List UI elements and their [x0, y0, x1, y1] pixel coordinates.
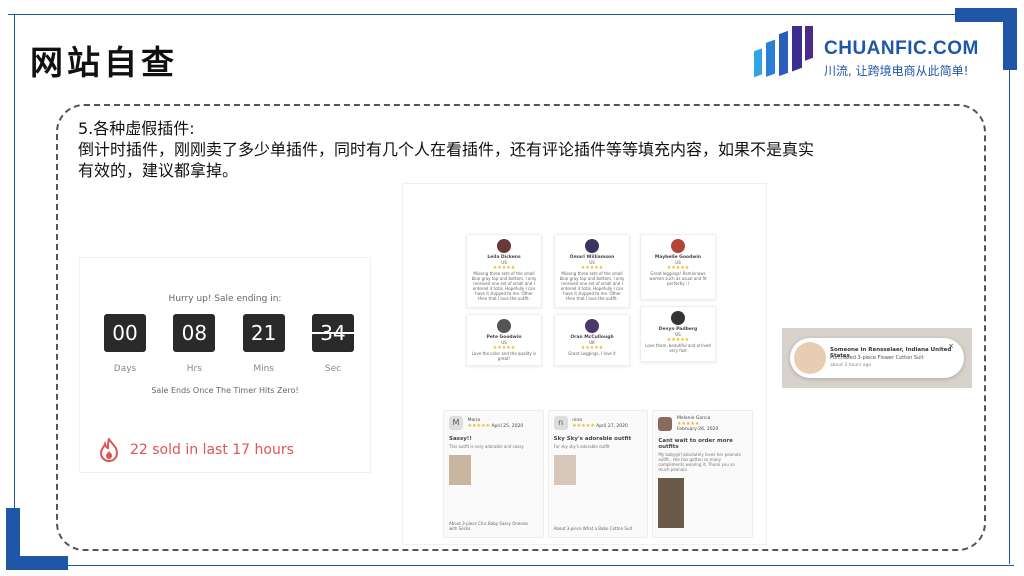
reviews-plugin: Leila Dickens US ★★★★★ Missing three set… — [403, 184, 766, 544]
countdown-minutes: 21 — [242, 314, 285, 352]
countdown-days: 00 — [104, 314, 146, 352]
avatar — [497, 239, 511, 253]
review-card: n nina ★★★★★ April 27, 2020 Sky Sky's ad… — [547, 410, 649, 538]
brand-logo: CHUANFIC.COM 川流, 让跨境电商从此简单! — [752, 26, 992, 86]
corner-bottom-left-v — [6, 508, 20, 570]
social-proof-product: Purchased 3-piece Flower Cotton Suit — [830, 355, 924, 361]
star-rating-icon: ★★★★★ — [467, 422, 491, 429]
review-date: April 27, 2020 — [596, 423, 628, 429]
corner-top-right-v — [1003, 8, 1017, 70]
unit-minutes: Mins — [253, 364, 274, 374]
reviewer-meta: Melanie Garcia ★★★★★ February 26, 2020 — [677, 416, 718, 432]
avatar: n — [553, 416, 568, 430]
heading-line-1: 5.各种虚假插件: — [78, 119, 195, 138]
review-photo[interactable] — [449, 455, 471, 485]
reviewer-meta: nina ★★★★★ April 27, 2020 — [572, 418, 628, 429]
review-body: For sky sky's adorable outfit — [553, 444, 610, 449]
review-date: February 26, 2020 — [676, 427, 719, 432]
review-about[interactable]: About 3-piece Chic Baby Sassy Onesies wi… — [449, 521, 538, 531]
sold-counter: 22 sold in last 17 hours — [98, 438, 294, 462]
avatar — [497, 319, 511, 333]
avatar — [671, 239, 685, 253]
reviews-list: M Maria ★★★★★ April 25, 2020 Sassy!! Thi… — [443, 410, 754, 538]
unit-days: Days — [113, 364, 137, 374]
review-card: Pete Goodwin US ★★★★★ Love the color and… — [466, 314, 542, 366]
countdown-hours: 08 — [173, 314, 216, 352]
countdown-ends-text: Sale Ends Once The Timer Hits Zero! — [151, 386, 299, 395]
review-card: Oran McCullough UK ★★★★★ Great Leggings,… — [554, 314, 630, 366]
review-body: My babygirl absolutely loves her peanuts… — [658, 452, 741, 472]
slide-heading: 5.各种虚假插件: 倒计时插件，刚刚卖了多少单插件，同时有几个人在看插件，还有评… — [78, 118, 978, 181]
product-thumbnail — [794, 342, 826, 374]
frame-right-line — [1009, 68, 1010, 564]
review-text: Missing three sets of the small blue gra… — [559, 271, 625, 301]
flame-icon — [99, 438, 119, 462]
social-proof-plugin: Someone in Rensselaer, Indiana United St… — [782, 328, 972, 388]
slide-title: 网站自查 — [30, 43, 178, 82]
close-icon[interactable]: × — [948, 342, 954, 350]
brand-slogan: 川流, 让跨境电商从此简单! — [824, 64, 969, 78]
review-card: Leila Dickens US ★★★★★ Missing three set… — [466, 234, 542, 308]
review-text: Missing three sets of the small blue gra… — [471, 271, 537, 301]
review-text: Love them, beautiful and arrived very fa… — [645, 343, 711, 353]
review-title: Cant wait to order more outfits — [658, 438, 733, 450]
unit-seconds: Sec — [324, 364, 342, 374]
avatar — [658, 417, 673, 431]
countdown-hurry-text: Hurry up! Sale ending in: — [168, 294, 282, 304]
reviews-grid: Leila Dickens US ★★★★★ Missing three set… — [466, 234, 726, 384]
frame-top-line — [8, 14, 960, 15]
avatar — [585, 239, 599, 253]
review-about[interactable]: About 3-piece What a Babe Cotton Suit — [554, 526, 643, 531]
review-photo[interactable] — [658, 478, 685, 528]
avatar — [585, 319, 599, 333]
frame-bottom-line — [64, 565, 1014, 566]
avatar — [671, 311, 685, 325]
star-rating-icon: ★★★★★ — [572, 422, 595, 429]
review-card: Maybelle Goodwin US ★★★★★ Great leggings… — [640, 234, 716, 300]
review-title: Sky Sky's adorable outfit — [553, 436, 632, 442]
unit-hours: Hrs — [186, 364, 202, 374]
countdown-units: Days Hrs Mins Sec — [104, 364, 354, 374]
countdown-plugin: Hurry up! Sale ending in: 00 08 21 34 Da… — [80, 258, 370, 472]
frame-left-line — [14, 14, 15, 514]
heading-line-2: 倒计时插件，刚刚卖了多少单插件，同时有几个人在看插件，还有评论插件等等填充内容，… — [78, 140, 815, 159]
review-photo[interactable] — [553, 455, 576, 485]
countdown-seconds: 34 — [309, 314, 356, 352]
review-card: Melanie Garcia ★★★★★ February 26, 2020 C… — [652, 410, 754, 538]
review-title: Sassy!! — [449, 436, 472, 442]
heading-line-3: 有效的，建议都拿掉。 — [78, 161, 239, 180]
brand-name: CHUANFIC.COM — [824, 38, 979, 59]
social-proof-time: about 3 hours ago — [830, 363, 872, 368]
review-card: Devyn Padberg US ★★★★★ Love them, beauti… — [640, 306, 716, 362]
review-card: Omari Williamson US ★★★★★ Missing three … — [554, 234, 630, 308]
review-text: Great leggings! Rominnows women such as … — [649, 271, 707, 286]
sold-text: 22 sold in last 17 hours — [130, 442, 294, 458]
social-proof-popup[interactable]: Someone in Rensselaer, Indiana United St… — [790, 338, 964, 378]
review-text: Great Leggings, I love it — [568, 351, 616, 356]
logo-bars-icon — [754, 26, 813, 78]
countdown-boxes: 00 08 21 34 — [104, 314, 356, 352]
review-text: Love the color and the quality is great! — [471, 351, 537, 361]
reviewer-meta: Maria ★★★★★ April 25, 2020 — [468, 418, 524, 429]
review-body: This outfit is very adorable and sassy — [449, 444, 524, 449]
avatar: M — [449, 416, 463, 430]
review-date: April 25, 2020 — [491, 423, 524, 429]
review-card: M Maria ★★★★★ April 25, 2020 Sassy!! Thi… — [443, 410, 544, 538]
